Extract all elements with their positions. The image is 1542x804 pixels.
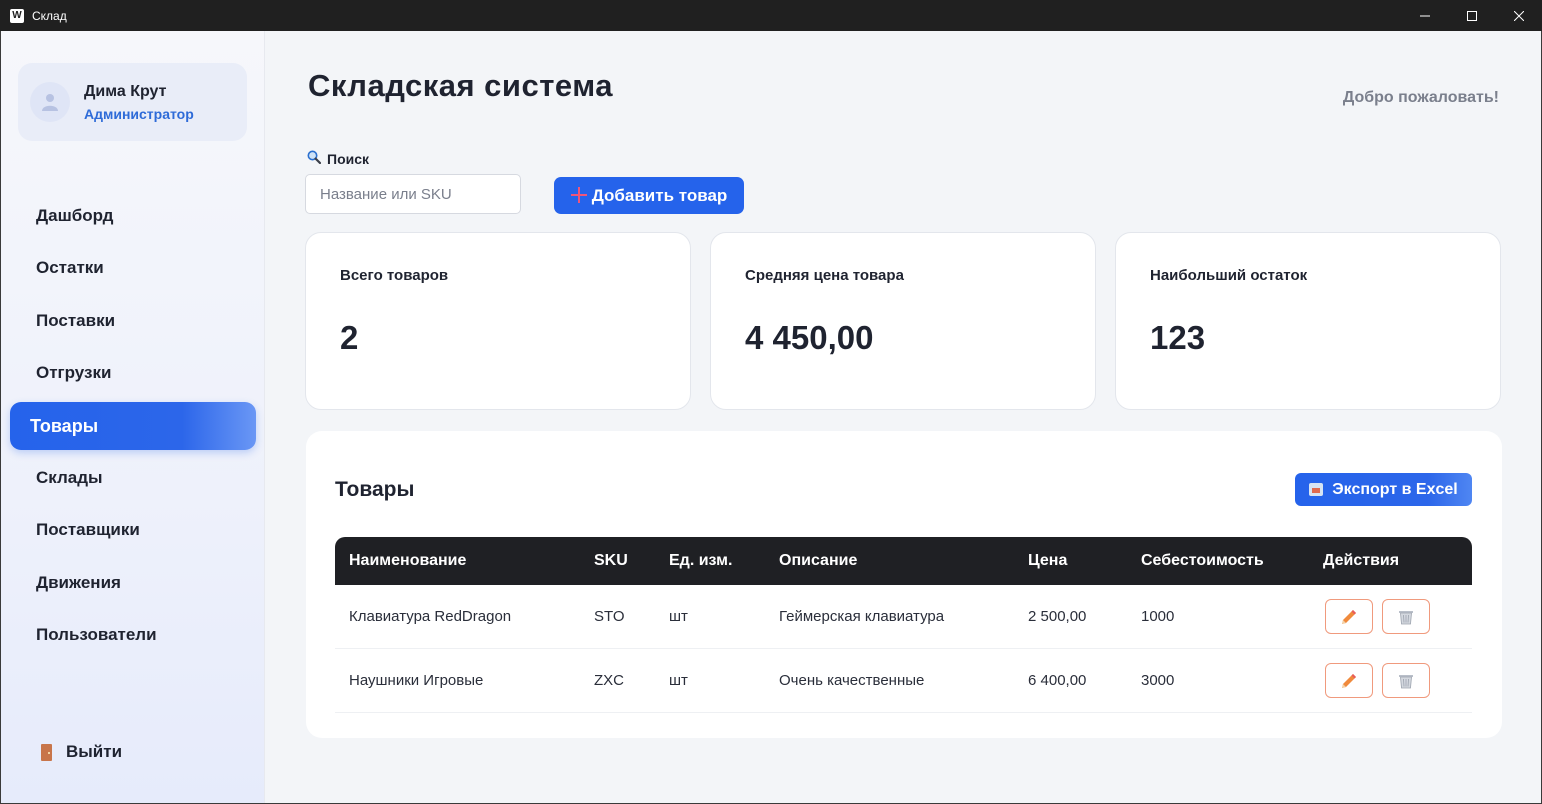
column-header[interactable]: Описание [779,537,857,585]
stat-value: 123 [1150,319,1206,356]
stat-card-avg-price: Средняя цена товара 4 450,00 [710,232,1096,410]
sidebar-item-stock[interactable]: Остатки [36,256,104,280]
export-excel-button[interactable]: Экспорт в Excel [1295,473,1472,506]
cell-price: 2 500,00 [1028,608,1087,625]
column-header[interactable]: Ед. изм. [669,537,732,585]
cell-name: Клавиатура RedDragon [349,608,512,625]
close-icon[interactable] [1495,0,1542,31]
window-title: Склад [32,8,67,23]
minimize-icon[interactable] [1401,0,1448,31]
table-header: Наименование SKU Ед. изм. Описание Цена … [335,537,1472,585]
stat-value: 2 [340,319,359,356]
sidebar-item-warehouses[interactable]: Склады [36,466,103,490]
search-input[interactable] [305,174,521,214]
export-label: Экспорт в Excel [1332,480,1458,498]
trash-icon [1399,610,1413,624]
sidebar-item-products[interactable]: Товары [10,402,256,450]
cell-name: Наушники Игровые [349,672,484,689]
window-controls [1401,0,1542,31]
table-row[interactable]: Клавиатура RedDragon STO шт Геймерская к… [335,585,1472,649]
export-icon [1309,483,1324,496]
cell-price: 6 400,00 [1028,672,1087,689]
pencil-icon [1342,673,1356,688]
logout-button[interactable]: Выйти [41,742,122,762]
profile-name: Дима Крут [84,82,167,100]
sidebar-item-shipments[interactable]: Отгрузки [36,361,111,385]
cell-sku: ZXC [594,672,624,689]
welcome-text: Добро пожаловать! [1342,89,1499,106]
app-icon: W [10,8,24,23]
cell-cost: 1000 [1141,608,1175,625]
stat-card-max-stock: Наибольший остаток 123 [1115,232,1501,410]
stat-value: 4 450,00 [745,319,874,356]
window-titlebar: W Склад [0,0,1542,31]
cell-unit: шт [669,608,688,625]
cell-cost: 3000 [1141,672,1175,689]
profile-role: Администратор [84,105,194,122]
sidebar-item-users[interactable]: Пользователи [36,623,157,647]
user-icon [42,94,58,111]
cell-description: Геймерская клавиатура [779,608,945,625]
cell-sku: STO [594,608,625,625]
search-icon [307,150,322,167]
sidebar-item-supplies[interactable]: Поставки [36,309,115,333]
table-row[interactable]: Наушники Игровые ZXC шт Очень качественн… [335,649,1472,713]
logout-label: Выйти [66,742,123,761]
column-header[interactable]: Наименование [349,537,466,585]
stat-label: Всего товаров [340,267,449,284]
cell-description: Очень качественные [779,672,925,689]
cell-unit: шт [669,672,688,689]
delete-button[interactable] [1382,599,1430,634]
trash-icon [1399,674,1413,688]
profile-card: Дима Крут Администратор [18,63,247,141]
sidebar: Дима Крут Администратор Дашборд Остатки … [1,31,265,803]
sidebar-item-suppliers[interactable]: Поставщики [36,518,140,542]
add-product-button[interactable]: Добавить товар [554,177,744,214]
stat-card-total: Всего товаров 2 [305,232,691,410]
sidebar-item-dashboard[interactable]: Дашборд [36,204,113,228]
search-label: Поиск [307,150,369,167]
column-header[interactable]: SKU [594,537,628,585]
add-product-label: Добавить товар [591,185,728,205]
column-header[interactable]: Цена [1028,537,1067,585]
products-title: Товары [335,478,415,501]
page-title: Складская система [308,68,613,103]
door-icon [41,743,52,761]
column-header: Действия [1323,552,1400,569]
edit-button[interactable] [1325,599,1373,634]
stat-label: Наибольший остаток [1150,267,1308,284]
stat-label: Средняя цена товара [745,267,904,284]
column-header[interactable]: Себестоимость [1141,537,1264,585]
products-card: Товары Экспорт в Excel Наименование SKU … [306,431,1502,738]
pencil-icon [1342,609,1356,624]
edit-button[interactable] [1325,663,1373,698]
maximize-icon[interactable] [1448,0,1495,31]
delete-button[interactable] [1382,663,1430,698]
avatar [30,82,70,122]
sidebar-item-movements[interactable]: Движения [36,571,121,595]
plus-icon [570,186,587,206]
search-label-text: Поиск [327,150,370,167]
